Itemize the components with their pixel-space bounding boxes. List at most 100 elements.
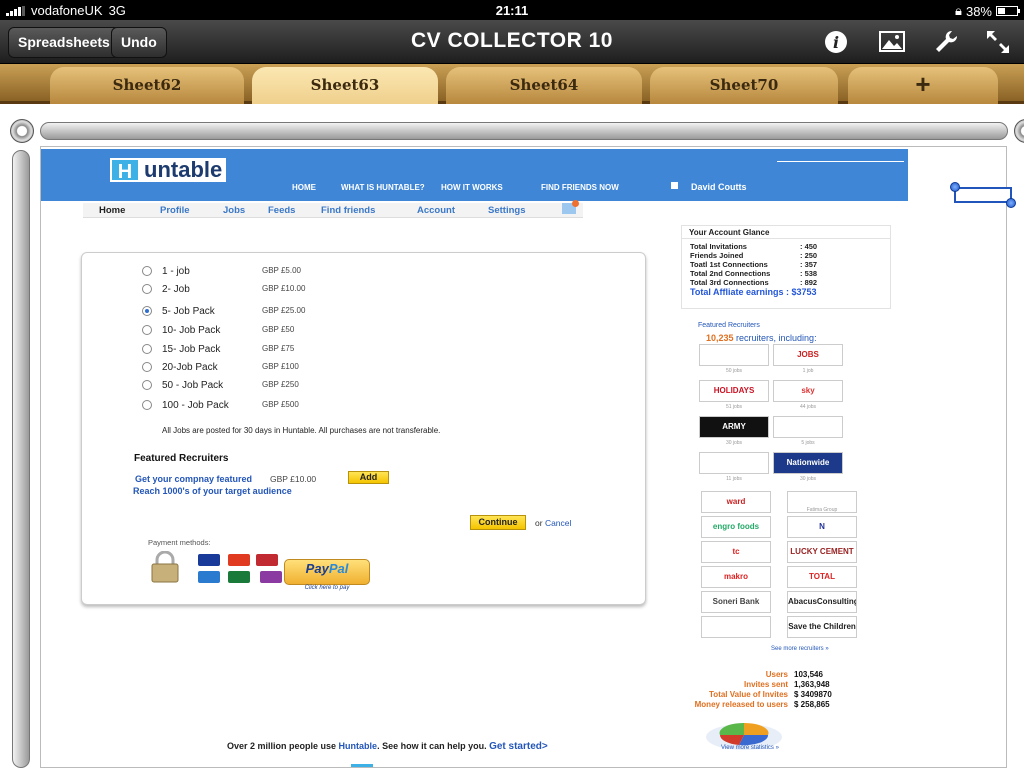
maestro-card-icon bbox=[256, 554, 278, 566]
recruiter-logo[interactable]: engro foods bbox=[701, 516, 771, 538]
account-glance: Your Account Glance Total Invitations: 4… bbox=[681, 225, 891, 309]
vertical-scrollbar[interactable] bbox=[12, 150, 30, 768]
nav-find-friends[interactable]: FIND FRIENDS NOW bbox=[541, 183, 619, 192]
user-menu-icon[interactable] bbox=[671, 182, 678, 189]
status-bar: vodafoneUK 3G 21:11 🔒︎ 38% bbox=[0, 0, 1024, 20]
jobs-note: All Jobs are posted for 30 days in Hunta… bbox=[162, 426, 441, 435]
radio-button[interactable] bbox=[142, 266, 152, 276]
radio-button[interactable] bbox=[142, 344, 152, 354]
wrench-icon[interactable] bbox=[932, 28, 960, 56]
other-card-icon bbox=[260, 571, 282, 583]
get-started-link[interactable]: Get started> bbox=[489, 741, 548, 752]
subnav-jobs[interactable]: Jobs bbox=[223, 205, 245, 216]
recruiter-job-count: 30 jobs bbox=[725, 440, 743, 446]
horizontal-scrollbar[interactable] bbox=[40, 122, 1008, 140]
add-sheet-button[interactable]: + bbox=[848, 67, 998, 104]
recruiter-logo[interactable]: tc bbox=[701, 541, 771, 563]
add-button[interactable]: Add bbox=[348, 471, 389, 484]
radio-button[interactable] bbox=[142, 362, 152, 372]
svg-text:i: i bbox=[833, 33, 839, 52]
nav-what-is-huntable[interactable]: WHAT IS HUNTABLE? bbox=[341, 183, 425, 192]
recruiter-logo[interactable]: Soneri Bank bbox=[701, 591, 771, 613]
recruiter-logo[interactable]: AbacusConsulting bbox=[787, 591, 857, 613]
view-more-statistics-link[interactable]: View more statistics » bbox=[721, 745, 779, 751]
recruiter-logo[interactable]: sky bbox=[773, 380, 843, 402]
scroll-knob-left[interactable] bbox=[10, 119, 34, 143]
recruiter-logo[interactable]: N bbox=[787, 516, 857, 538]
huntable-link[interactable]: Huntable bbox=[339, 741, 378, 751]
info-icon[interactable]: i bbox=[822, 28, 850, 56]
paypal-button[interactable]: PayPal Click here to pay bbox=[284, 559, 370, 591]
glance-row: Total 2nd Connections: 538 bbox=[690, 269, 818, 278]
recruiter-job-count: 51 jobs bbox=[725, 404, 743, 410]
visa-card-icon bbox=[198, 554, 220, 566]
continue-button[interactable]: Continue bbox=[470, 515, 526, 530]
horizontal-scroll-strip bbox=[0, 104, 1024, 152]
subnav-find-friends[interactable]: Find friends bbox=[321, 205, 375, 216]
tab-sheet70[interactable]: Sheet70 bbox=[650, 67, 838, 104]
cell-selection-box[interactable] bbox=[954, 187, 1012, 203]
battery-percent: 38% bbox=[965, 3, 992, 19]
mail-icon[interactable] bbox=[562, 200, 579, 214]
selection-handle-top[interactable] bbox=[950, 182, 960, 192]
subnav-home[interactable]: Home bbox=[99, 205, 125, 216]
radio-button[interactable] bbox=[142, 400, 152, 410]
padlock-icon bbox=[151, 551, 179, 583]
recruiter-logo[interactable]: JOBS bbox=[773, 344, 843, 366]
radio-button[interactable] bbox=[142, 284, 152, 294]
tab-sheet63[interactable]: Sheet63 bbox=[252, 67, 438, 104]
recruiter-logo[interactable] bbox=[701, 616, 771, 638]
subnav-profile[interactable]: Profile bbox=[160, 205, 190, 216]
subnav-account[interactable]: Account bbox=[417, 205, 455, 216]
recruiter-logo[interactable]: HOLIDAYS bbox=[699, 380, 769, 402]
tab-sheet64[interactable]: Sheet64 bbox=[446, 67, 642, 104]
featured-recruiters-label: Featured Recruiters bbox=[698, 322, 760, 329]
tab-sheet62[interactable]: Sheet62 bbox=[50, 67, 244, 104]
spreadsheets-button[interactable]: Spreadsheets bbox=[8, 27, 120, 58]
discover-card-icon bbox=[228, 571, 250, 583]
selection-handle-bottom[interactable] bbox=[1006, 198, 1016, 208]
recruiter-count: 10,235 recruiters, including: bbox=[706, 333, 817, 343]
recruiter-logo[interactable] bbox=[699, 344, 769, 366]
see-more-recruiters-link[interactable]: See more recruiters » bbox=[771, 646, 829, 652]
radio-button[interactable] bbox=[142, 380, 152, 390]
recruiter-logo[interactable] bbox=[699, 452, 769, 474]
recruiter-logo[interactable]: ARMY bbox=[699, 416, 769, 438]
recruiter-job-count: 1 job bbox=[802, 368, 814, 374]
recruiter-job-count: Fatima Group bbox=[806, 507, 838, 513]
glance-divider bbox=[682, 238, 890, 239]
recruiter-logo[interactable]: ward bbox=[701, 491, 771, 513]
recruiter-logo[interactable]: TOTAL bbox=[787, 566, 857, 588]
recruiter-logo[interactable]: Save the Children bbox=[787, 616, 857, 638]
cancel-link[interactable]: Cancel bbox=[545, 518, 571, 528]
glance-row: Toatl 1st Connections: 357 bbox=[690, 260, 818, 269]
get-featured-link[interactable]: Get your compnay featured bbox=[135, 474, 252, 484]
nav-home[interactable]: HOME bbox=[292, 183, 316, 192]
radio-button[interactable] bbox=[142, 325, 152, 335]
battery-icon bbox=[996, 6, 1020, 16]
expand-icon[interactable] bbox=[984, 28, 1012, 56]
job-purchase-panel: 1 - job GBP £5.00 2- Job GBP £10.00 5- Job… bbox=[81, 252, 646, 605]
glance-row: Total 3rd Connections: 892 bbox=[690, 278, 818, 287]
bottom-tagline: Over 2 million people use Huntable. See … bbox=[227, 741, 548, 752]
radio-button-selected[interactable] bbox=[142, 306, 152, 316]
nav-how-it-works[interactable]: HOW IT WORKS bbox=[441, 183, 503, 192]
undo-button[interactable]: Undo bbox=[111, 27, 167, 58]
image-icon[interactable] bbox=[878, 28, 906, 56]
recruiter-logo[interactable]: Nationwide bbox=[773, 452, 843, 474]
sheet-tab-bar: Sheet62 Sheet63 Sheet64 Sheet70 + bbox=[0, 64, 1024, 104]
subnav-settings[interactable]: Settings bbox=[488, 205, 525, 216]
recruiter-logo[interactable] bbox=[773, 416, 843, 438]
recruiter-job-count: 5 jobs bbox=[801, 440, 815, 446]
recruiter-job-count: 44 jobs bbox=[799, 404, 817, 410]
recruiter-logo[interactable]: makro bbox=[701, 566, 771, 588]
glance-row: Total Invitations: 450 bbox=[690, 242, 818, 251]
recruiter-logo[interactable]: LUCKY CEMENT bbox=[787, 541, 857, 563]
glance-title: Your Account Glance bbox=[689, 228, 770, 237]
reach-audience-link[interactable]: Reach 1000's of your target audience bbox=[133, 486, 292, 496]
subnav-feeds[interactable]: Feeds bbox=[268, 205, 295, 216]
embedded-web-image[interactable]: H untable HOME WHAT IS HUNTABLE? HOW IT … bbox=[40, 146, 1007, 768]
scroll-knob-right[interactable] bbox=[1014, 119, 1024, 143]
huntable-header: H untable HOME WHAT IS HUNTABLE? HOW IT … bbox=[41, 149, 908, 201]
user-name[interactable]: David Coutts bbox=[691, 182, 747, 192]
